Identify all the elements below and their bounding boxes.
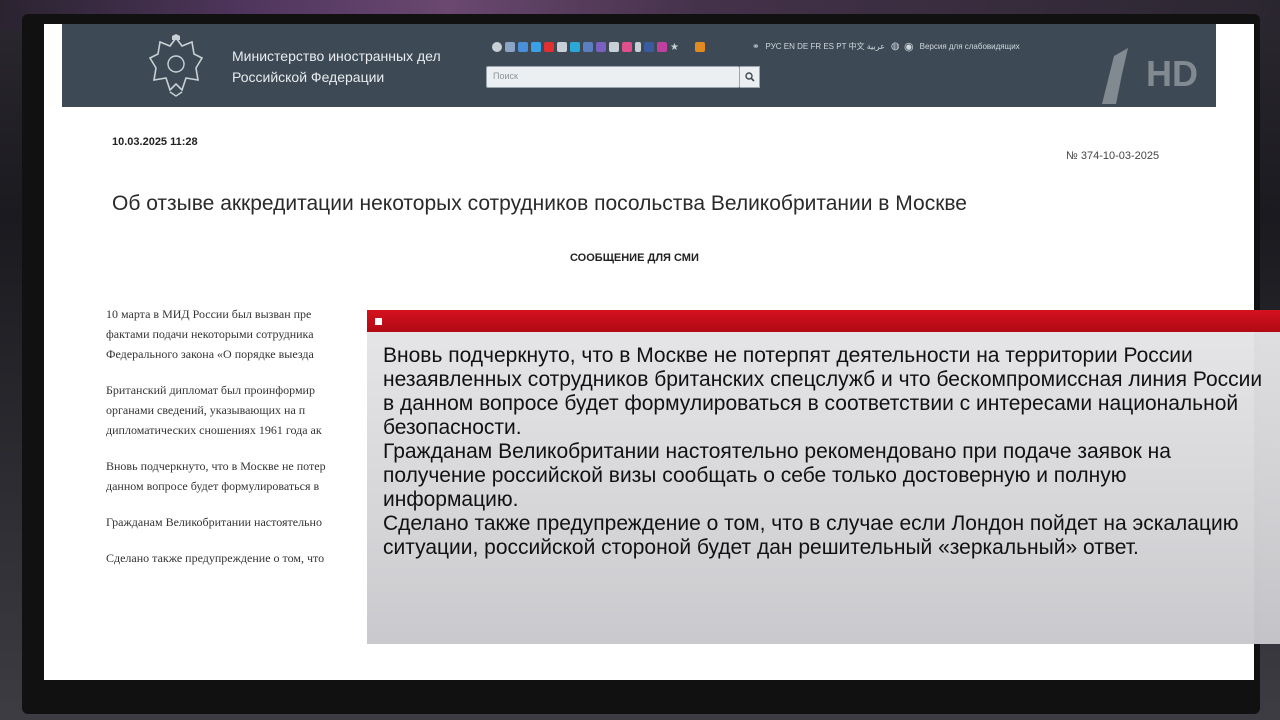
svg-text:HD: HD xyxy=(1146,53,1198,94)
social-icon-7[interactable] xyxy=(570,42,580,52)
social-icon-5[interactable] xyxy=(544,42,554,52)
paragraph-line: Британский дипломат был проинформир xyxy=(106,383,315,397)
social-icon-9[interactable] xyxy=(596,42,606,52)
document-number: № 374-10-03-2025 xyxy=(1066,150,1160,162)
social-icons: ★ xyxy=(492,40,705,54)
document-paragraph: Сделано также предупреждение о том, что xyxy=(106,548,406,568)
paragraph-line: Вновь подчеркнуто, что в Москве не потер xyxy=(106,459,326,473)
star-icon[interactable]: ★ xyxy=(670,42,679,53)
social-icon-3[interactable] xyxy=(518,42,528,52)
caption-paragraph: Сделано также предупреждение о том, что … xyxy=(383,512,1239,559)
coat-of-arms-icon[interactable] xyxy=(148,34,204,98)
site-header: Министерство иностранных дел Российской … xyxy=(62,24,1216,107)
document-paragraph: Гражданам Великобритании настоятельно xyxy=(106,512,406,532)
ticker-marker-icon xyxy=(375,318,382,325)
eye-icon: ◉ xyxy=(904,41,914,53)
document-paragraph: 10 марта в МИД России был вызван пре фак… xyxy=(106,304,406,364)
ministry-name-line1: Министерство иностранных дел xyxy=(232,48,441,64)
social-icon-6[interactable] xyxy=(557,42,567,52)
search-input[interactable]: Поиск xyxy=(486,66,740,88)
channel-logo: HD xyxy=(1102,48,1198,104)
caption-paragraph: Вновь подчеркнуто, что в Москве не потер… xyxy=(383,344,1263,439)
social-icon-8[interactable] xyxy=(583,42,593,52)
accessibility-link[interactable]: ◉ Версия для слабовидящих xyxy=(904,40,1020,53)
paragraph-line: данном вопросе будет формулироваться в xyxy=(106,479,320,493)
search-button[interactable] xyxy=(740,66,760,88)
paragraph-line: органами сведений, указывающих на п xyxy=(106,403,306,417)
caption-paragraph: Гражданам Великобритании настоятельно ре… xyxy=(383,440,1171,511)
document-paragraph: Британский дипломат был проинформир орга… xyxy=(106,380,406,440)
sitemap-icon[interactable]: ⚭ xyxy=(752,41,760,52)
document-subtitle: СООБЩЕНИЕ ДЛЯ СМИ xyxy=(570,252,699,264)
paragraph-line: 10 марта в МИД России был вызван пре xyxy=(106,307,312,321)
news-ticker-bar xyxy=(367,310,1280,332)
social-icon-1[interactable] xyxy=(492,42,502,52)
paragraph-line: фактами подачи некоторыми сотрудника xyxy=(106,327,314,341)
social-icon-12[interactable] xyxy=(635,42,641,52)
social-icon-10[interactable] xyxy=(609,42,619,52)
paragraph-line: Федерального закона «О порядке выезда xyxy=(106,347,314,361)
ministry-name[interactable]: Министерство иностранных дел Российской … xyxy=(232,46,492,88)
languages-label[interactable]: РУС EN DE FR ES PT 中文 عربية xyxy=(766,41,885,52)
document-date: 10.03.2025 11:28 xyxy=(112,136,198,148)
paragraph-line: Гражданам Великобритании настоятельно xyxy=(106,515,322,529)
document-title: Об отзыве аккредитации некоторых сотрудн… xyxy=(112,192,967,215)
rss-icon[interactable] xyxy=(694,42,705,52)
paragraph-line: дипломатических сношениях 1961 года ак xyxy=(106,423,322,437)
globe-icon[interactable]: ◍ xyxy=(891,41,900,52)
language-switcher: ⚭ РУС EN DE FR ES PT 中文 عربية ◍ xyxy=(752,41,900,52)
social-icon-4[interactable] xyxy=(531,42,541,52)
social-icon-11[interactable] xyxy=(622,42,632,52)
search-icon xyxy=(744,72,755,82)
ministry-name-line2: Российской Федерации xyxy=(232,69,385,85)
paragraph-line: Сделано также предупреждение о том, что xyxy=(106,551,325,565)
document-paragraph: Вновь подчеркнуто, что в Москве не потер… xyxy=(106,456,406,496)
news-caption-text: Вновь подчеркнуто, что в Москве не потер… xyxy=(383,344,1267,560)
accessibility-label: Версия для слабовидящих xyxy=(919,42,1020,51)
social-icon-13[interactable] xyxy=(644,42,654,52)
social-icon-14[interactable] xyxy=(657,42,667,52)
social-icon-2[interactable] xyxy=(505,42,515,52)
